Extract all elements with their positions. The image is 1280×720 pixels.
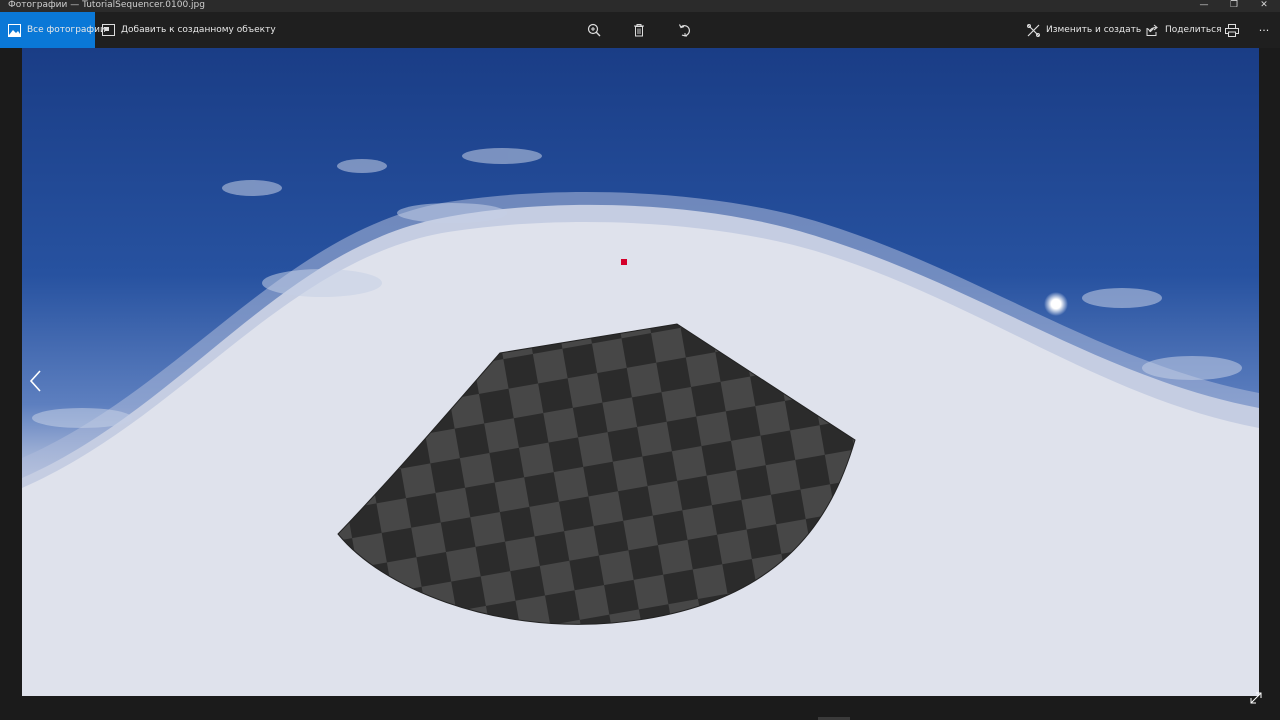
share-icon	[1146, 24, 1159, 36]
all-photos-button[interactable]: Все фотографии	[0, 12, 106, 48]
displayed-photo	[22, 48, 1259, 696]
add-to-creation-icon	[102, 24, 115, 36]
delete-icon	[633, 23, 645, 37]
photos-icon	[8, 23, 21, 37]
zoom-icon	[587, 23, 601, 37]
fullscreen-button[interactable]	[1246, 688, 1266, 708]
chevron-left-icon	[28, 369, 42, 397]
edit-create-icon	[1027, 23, 1040, 37]
title-bar: Фотографии — TutorialSequencer.0100.jpg …	[0, 0, 1280, 12]
close-button[interactable]: ✕	[1250, 0, 1278, 11]
red-marker	[621, 259, 627, 265]
maximize-button[interactable]: ❐	[1220, 0, 1248, 11]
add-to-creation-button[interactable]: Добавить к созданному объекту	[102, 12, 276, 48]
photo-viewer[interactable]	[22, 48, 1259, 696]
print-button[interactable]	[1219, 12, 1245, 48]
add-to-creation-label: Добавить к созданному объекту	[121, 25, 276, 35]
more-button[interactable]: ···	[1251, 12, 1277, 48]
delete-button[interactable]	[626, 12, 652, 48]
previous-photo-button[interactable]	[24, 368, 46, 398]
share-button[interactable]: Поделиться	[1146, 12, 1222, 48]
all-photos-label: Все фотографии	[27, 25, 106, 35]
rotate-button[interactable]	[672, 12, 698, 48]
minimize-button[interactable]: —	[1190, 0, 1218, 11]
window-title: Фотографии — TutorialSequencer.0100.jpg	[8, 0, 205, 10]
print-icon	[1225, 23, 1239, 37]
rotate-icon	[678, 23, 692, 37]
expand-icon	[1250, 689, 1262, 708]
more-icon: ···	[1258, 23, 1270, 37]
toolbar: Все фотографии Добавить к созданному объ…	[0, 12, 1280, 48]
edit-create-label: Изменить и создать	[1046, 25, 1142, 35]
zoom-button[interactable]	[581, 12, 607, 48]
edit-create-button[interactable]: Изменить и создать	[1027, 12, 1155, 48]
share-label: Поделиться	[1165, 25, 1222, 35]
